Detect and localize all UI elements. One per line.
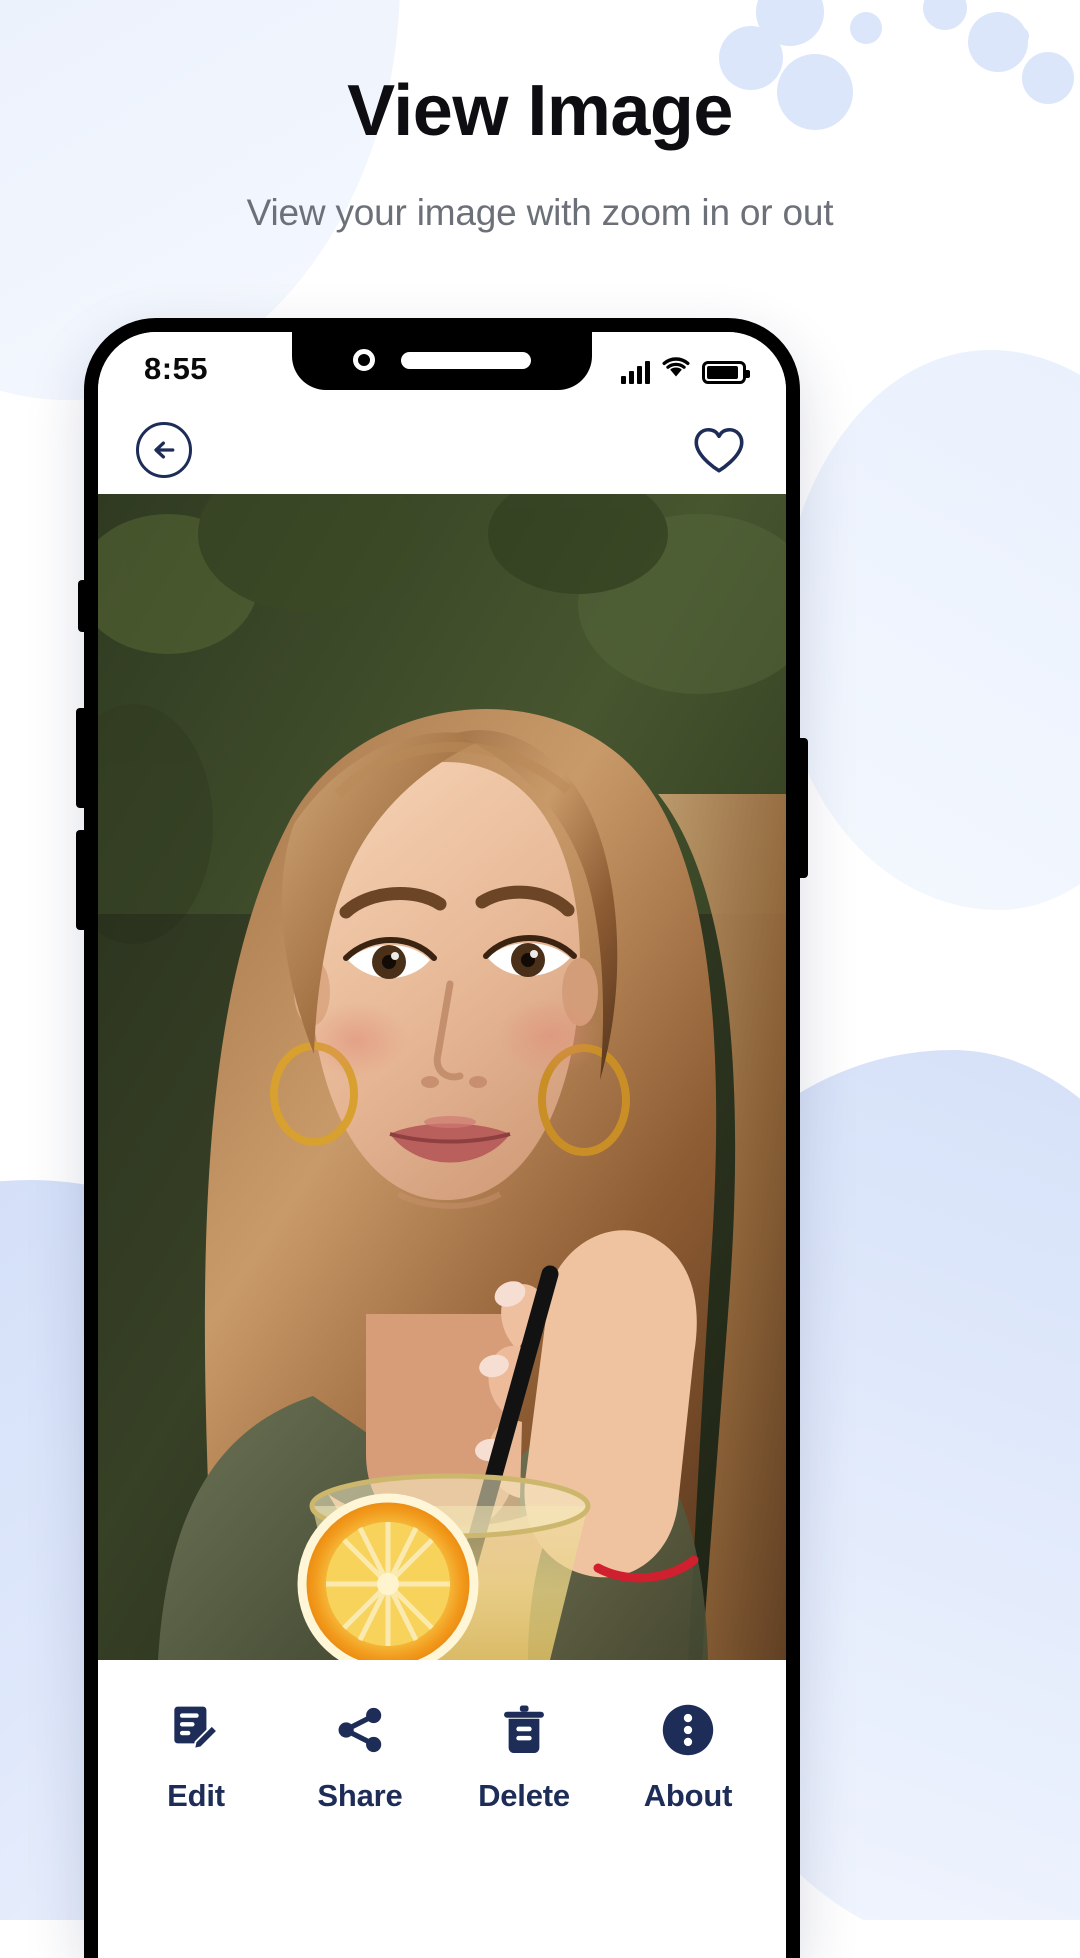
- phone-power-button: [798, 738, 808, 878]
- trash-icon: [501, 1702, 547, 1758]
- back-button[interactable]: [136, 422, 192, 478]
- more-vertical-circle-icon: [661, 1702, 715, 1758]
- phone-screen: 8:55 Edit Share Delete About: [98, 332, 786, 1958]
- decor-blob-right-mid: [780, 350, 1080, 910]
- phone-mute-switch: [78, 580, 88, 632]
- status-icons: [621, 355, 750, 384]
- promo-header: View Image View your image with zoom in …: [0, 0, 1080, 234]
- delete-button-label: Delete: [478, 1778, 570, 1813]
- wifi-icon: [661, 355, 691, 384]
- document-edit-icon: [171, 1702, 221, 1758]
- earpiece-speaker: [401, 351, 531, 369]
- about-button[interactable]: About: [613, 1702, 763, 1814]
- page-subtitle: View your image with zoom in or out: [246, 191, 834, 233]
- front-camera-icon: [353, 349, 375, 371]
- share-button-label: Share: [317, 1778, 403, 1813]
- phone-notch: [292, 332, 592, 390]
- about-button-label: About: [643, 1778, 733, 1813]
- status-time: 8:55: [144, 351, 209, 386]
- share-button[interactable]: Share: [285, 1702, 435, 1814]
- app-bar: [98, 406, 786, 494]
- photo-artwork: [98, 494, 786, 1660]
- back-arrow-icon: [154, 441, 175, 459]
- bottom-toolbar: Edit Share Delete About: [98, 1660, 786, 1844]
- phone-mockup: 8:55 Edit Share Delete About: [76, 318, 808, 1958]
- edit-button-label: Edit: [167, 1778, 225, 1813]
- favorite-button[interactable]: [692, 425, 746, 475]
- edit-button[interactable]: Edit: [121, 1702, 271, 1814]
- phone-volume-up: [76, 708, 86, 808]
- heart-outline-icon: [694, 427, 744, 473]
- page-title: View Image: [347, 71, 733, 151]
- battery-icon: [702, 360, 750, 384]
- signal-bars-icon: [621, 360, 650, 384]
- share-nodes-icon: [334, 1702, 386, 1758]
- status-bar: 8:55: [98, 332, 786, 406]
- delete-button[interactable]: Delete: [449, 1702, 599, 1814]
- phone-volume-down: [76, 830, 86, 930]
- image-viewer-photo[interactable]: [98, 494, 786, 1660]
